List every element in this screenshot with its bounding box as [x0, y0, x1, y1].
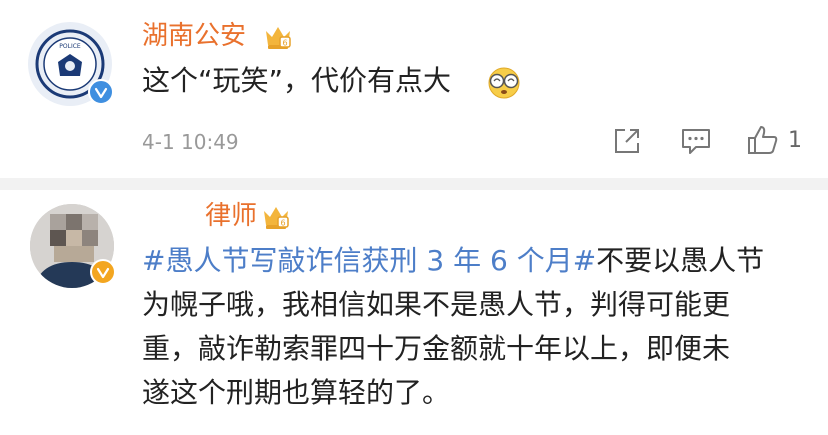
comment-line: 不要以愚人节 — [596, 244, 765, 277]
comment-line: 重，敲诈勒索罪四十万金额就十年以上，即便未 — [142, 332, 731, 365]
comment-line: 遂这个刑期也算轻的了。 — [142, 376, 451, 409]
comment-icon — [682, 129, 710, 154]
yellow-v-badge — [90, 259, 116, 285]
svg-text:6: 6 — [282, 39, 287, 48]
crown-icon: 6 — [266, 27, 291, 49]
author-name[interactable]: 律师 — [205, 200, 257, 232]
svg-text:6: 6 — [280, 219, 285, 228]
comment-text: 这个“玩笑”，代价有点大 — [142, 64, 452, 97]
police-avatar-text: POLICE — [59, 43, 81, 50]
like-count: 1 — [788, 128, 802, 153]
author-name[interactable]: 湖南公安 — [142, 20, 246, 52]
comment-item-lawyer: 律师 6 #愚人节写敲诈信获刑 3 年 6 个月#不要以愚人节 为幌子哦，我相信… — [0, 190, 828, 435]
comment-text: #愚人节写敲诈信获刑 3 年 6 个月#不要以愚人节 为幌子哦，我相信如果不是愚… — [142, 239, 812, 415]
share-icon — [615, 129, 639, 153]
comment-line: 为幌子哦，我相信如果不是愚人节，判得可能更 — [142, 288, 731, 321]
thumbs-up-icon — [748, 126, 778, 154]
share-button[interactable] — [612, 126, 642, 156]
reply-button[interactable] — [680, 126, 712, 156]
hashtag-link[interactable]: #愚人节写敲诈信获刑 3 年 6 个月# — [142, 244, 596, 277]
blue-v-badge — [88, 79, 114, 105]
crown-icon: 6 — [264, 207, 289, 229]
section-divider — [0, 178, 828, 190]
like-button[interactable] — [746, 124, 780, 156]
dizzy-face-emoji — [488, 67, 520, 99]
timestamp: 4-1 10:49 — [142, 130, 239, 154]
comment-item-police: POLICE 湖南公安 6 这个“玩笑”，代价有点大 4-1 10:49 1 — [0, 0, 828, 178]
